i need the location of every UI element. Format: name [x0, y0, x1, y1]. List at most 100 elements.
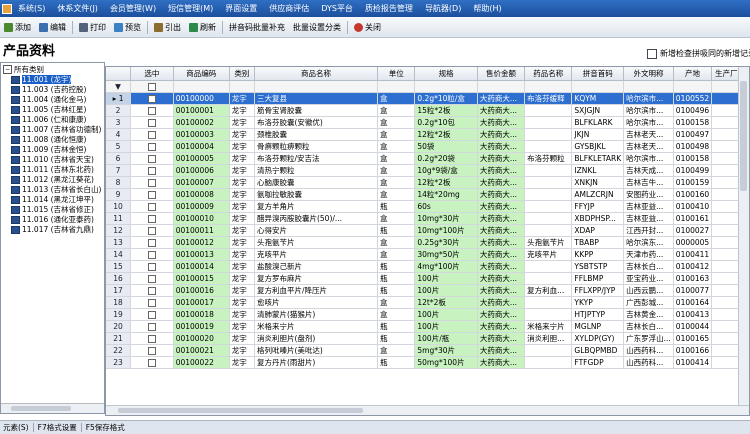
- table-cell[interactable]: 0100497: [673, 128, 713, 141]
- table-cell[interactable]: 天津市药...: [623, 248, 674, 261]
- tree-item[interactable]: 11.012 (黑龙江葵花): [11, 175, 94, 184]
- tree-item[interactable]: 11.003 (吉药控股): [11, 85, 86, 94]
- filter-cell[interactable]: [524, 80, 573, 93]
- table-cell[interactable]: 布洛芬胶囊(安徽优): [254, 116, 379, 129]
- category-tree[interactable]: − 所有类别 11.001 (龙宇) 11.003 (吉药控股) 11.004 (通…: [0, 62, 105, 414]
- table-cell[interactable]: TBABP: [571, 236, 625, 249]
- edit-button[interactable]: 编辑: [35, 19, 70, 35]
- checkbox-icon[interactable]: [147, 263, 156, 271]
- checkbox-icon[interactable]: [147, 335, 156, 343]
- table-cell[interactable]: 12粒*2板: [414, 176, 478, 189]
- col-header-unit[interactable]: 单位: [377, 67, 416, 81]
- table-cell[interactable]: 0100411: [673, 248, 713, 261]
- table-cell[interactable]: 复方羊角片: [254, 200, 379, 213]
- table-cell[interactable]: 0100552: [673, 92, 713, 105]
- table-cell[interactable]: 米格来宁片: [254, 320, 379, 333]
- table-cell[interactable]: XDAP: [571, 224, 625, 237]
- table-cell[interactable]: [524, 140, 573, 153]
- export-button[interactable]: 引出: [150, 19, 185, 35]
- product-grid[interactable]: 选中 商品编码 类别 商品名称 单位 规格 售价金额 药品名称 拼音首码 外文明…: [105, 66, 750, 416]
- table-cell[interactable]: 龙宇: [229, 116, 255, 129]
- table-cell[interactable]: 头孢氨苄片: [524, 236, 573, 249]
- table-cell[interactable]: 龙宇: [229, 284, 255, 297]
- table-row[interactable]: 15 00100014 龙宇 盐酸溴己新片瓶 4mg*100片 大药商大... YSBTST…: [106, 260, 749, 273]
- row-select-checkbox[interactable]: [130, 176, 174, 189]
- table-cell[interactable]: 龙宇: [229, 212, 255, 225]
- table-cell[interactable]: KQYM: [571, 92, 625, 105]
- table-cell[interactable]: 盒: [377, 296, 416, 309]
- table-cell[interactable]: 00100020: [173, 332, 230, 345]
- filter-cell[interactable]: [571, 80, 625, 93]
- table-row[interactable]: 18 00100017 龙宇 愈咳片盒 12t*2板 大药商大... YKYP 广西彭城...…: [106, 296, 749, 309]
- table-cell[interactable]: 盒: [377, 176, 416, 189]
- table-cell[interactable]: 心脑康胶囊: [254, 176, 379, 189]
- table-cell[interactable]: 大药商大...: [477, 92, 526, 105]
- row-select-checkbox[interactable]: [130, 116, 174, 129]
- table-cell[interactable]: 大药商大...: [477, 236, 526, 249]
- table-cell[interactable]: 克咳平片: [254, 248, 379, 261]
- row-select-checkbox[interactable]: [130, 140, 174, 153]
- table-cell[interactable]: 愈咳片: [254, 296, 379, 309]
- filter-cell[interactable]: [229, 80, 255, 93]
- checkbox-icon[interactable]: [147, 347, 156, 355]
- table-cell[interactable]: 盒: [377, 188, 416, 201]
- table-cell[interactable]: 大药商大...: [477, 176, 526, 189]
- table-cell[interactable]: [524, 308, 573, 321]
- table-cell[interactable]: 大药商大...: [477, 152, 526, 165]
- tree-item[interactable]: 11.009 (吉林金恒): [11, 145, 86, 154]
- table-cell[interactable]: 00100015: [173, 272, 230, 285]
- table-cell[interactable]: 大药商大...: [477, 188, 526, 201]
- tree-item[interactable]: 11.017 (吉林省九鼎): [11, 225, 94, 234]
- checkbox-icon[interactable]: [147, 227, 156, 235]
- tree-item[interactable]: 11.016 (通化亚泰药): [11, 215, 94, 224]
- table-cell[interactable]: BLFKLETARK: [571, 152, 625, 165]
- table-cell[interactable]: 大药商大...: [477, 200, 526, 213]
- table-cell[interactable]: 0100160: [673, 188, 713, 201]
- grid-horizontal-scrollbar[interactable]: [106, 405, 749, 415]
- row-select-checkbox[interactable]: [130, 344, 174, 357]
- table-cell[interactable]: 0100498: [673, 140, 713, 153]
- table-cell[interactable]: 盐酸溴己新片: [254, 260, 379, 273]
- table-cell[interactable]: FFYJP: [571, 200, 625, 213]
- table-cell[interactable]: 0.2g*10粒/盒: [414, 92, 478, 105]
- table-cell[interactable]: 10g*9袋/盒: [414, 164, 478, 177]
- checkbox-icon[interactable]: [147, 299, 156, 307]
- table-cell[interactable]: GLBQPMBD: [571, 344, 625, 357]
- table-cell[interactable]: 0100412: [673, 260, 713, 273]
- table-cell[interactable]: HTJPTYP: [571, 308, 625, 321]
- pinyin-batch-button[interactable]: 拼音码批量补充: [225, 19, 289, 35]
- table-cell[interactable]: YSBTSTP: [571, 260, 625, 273]
- table-cell[interactable]: 哈尔滨东...: [623, 236, 674, 249]
- table-cell[interactable]: 15粒*2板: [414, 104, 478, 117]
- table-cell[interactable]: 大药商大...: [477, 212, 526, 225]
- table-cell[interactable]: YKYP: [571, 296, 625, 309]
- menu-file[interactable]: 休系文件(J): [51, 0, 104, 17]
- table-cell[interactable]: 龙宇: [229, 224, 255, 237]
- table-cell[interactable]: 盒: [377, 116, 416, 129]
- table-cell[interactable]: 哈尔滨市...: [623, 152, 674, 165]
- row-select-checkbox[interactable]: [130, 308, 174, 321]
- table-cell[interactable]: 大药商大...: [477, 356, 526, 369]
- col-header-category[interactable]: 类别: [229, 67, 255, 81]
- checkbox-icon[interactable]: [147, 155, 156, 163]
- col-header-code[interactable]: 商品编码: [173, 67, 230, 81]
- table-cell[interactable]: 大药商大...: [477, 164, 526, 177]
- table-cell[interactable]: 00100009: [173, 200, 230, 213]
- table-cell[interactable]: 100片/瓶: [414, 332, 478, 345]
- filter-cell[interactable]: [377, 80, 416, 93]
- table-cell[interactable]: 100片: [414, 320, 478, 333]
- table-cell[interactable]: [524, 128, 573, 141]
- tree-root[interactable]: − 所有类别: [3, 65, 44, 74]
- table-row[interactable]: 9 00100008 龙宇 氨咖拉敏胶囊盒 14粒*20mg 大药商大... AMLZCRJ…: [106, 188, 749, 201]
- checkbox-icon[interactable]: [147, 179, 156, 187]
- table-cell[interactable]: 0.25g*30片: [414, 236, 478, 249]
- tree-item[interactable]: 11.013 (吉林省长白山): [11, 185, 101, 194]
- table-cell[interactable]: 0100165: [673, 332, 713, 345]
- add-button[interactable]: 添加: [0, 19, 35, 35]
- table-cell[interactable]: 瓶: [377, 320, 416, 333]
- table-cell[interactable]: 格列吡嗪片(美吡达): [254, 344, 379, 357]
- table-cell[interactable]: 大药商大...: [477, 296, 526, 309]
- close-button[interactable]: 关闭: [350, 19, 385, 35]
- tree-item[interactable]: 11.011 (吉林东北药): [11, 165, 94, 174]
- table-cell[interactable]: 0100164: [673, 296, 713, 309]
